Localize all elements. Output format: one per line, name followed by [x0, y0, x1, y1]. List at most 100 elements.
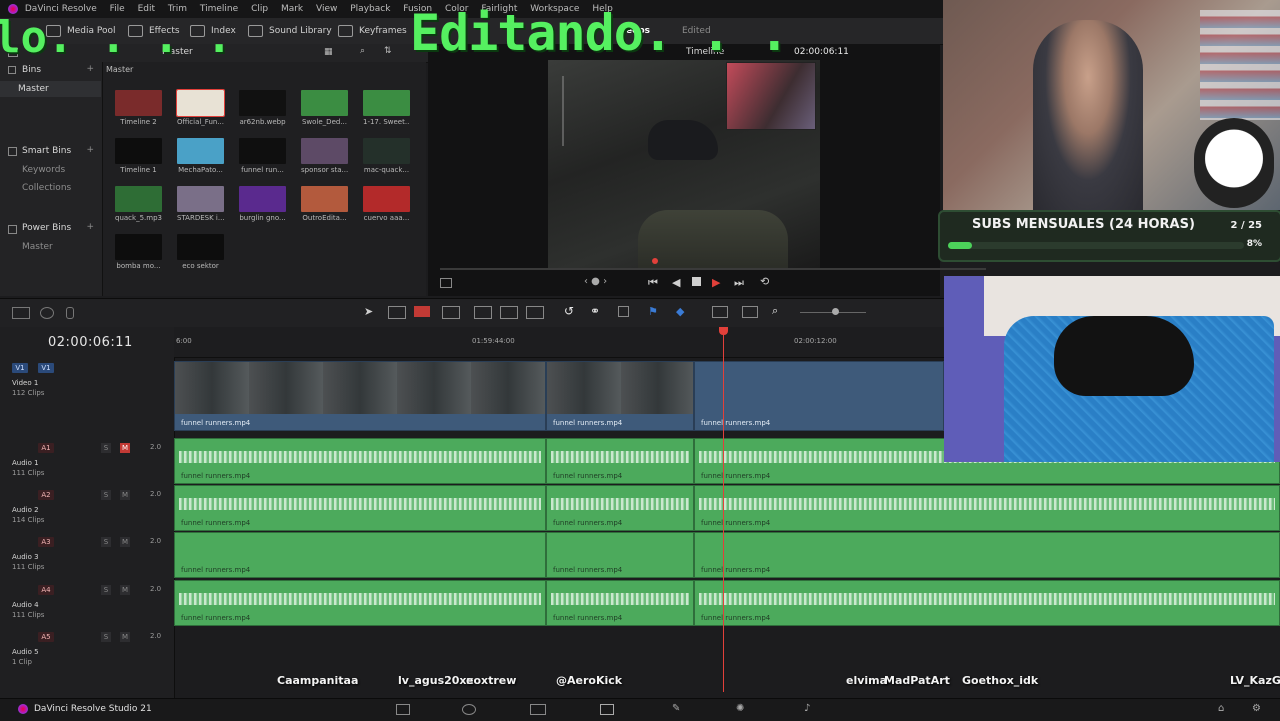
sidebar-item-power-master[interactable]: Master	[22, 242, 53, 252]
solo-button[interactable]: S	[101, 443, 111, 453]
track-target-badge[interactable]: A1	[38, 443, 54, 453]
media-clip-thumbnail[interactable]: eco sektor	[177, 234, 224, 270]
audio-clip[interactable]: funnel runners.mp4	[546, 532, 694, 578]
media-clip-thumbnail[interactable]: Timeline 2	[115, 90, 162, 126]
timeline-ruler[interactable]: 6:00 01:59:44:00 02:00:12:00	[174, 327, 945, 358]
menu-item-clip[interactable]: Clip	[251, 0, 268, 18]
link-icon[interactable]: ⚭	[590, 304, 600, 318]
color-page-icon[interactable]: ✎	[672, 703, 680, 714]
sidebar-item-collections[interactable]: Collections	[22, 183, 71, 193]
skip-start-icon[interactable]: ⏮	[648, 276, 658, 290]
marker-icon[interactable]: ◆	[676, 305, 684, 318]
home-icon[interactable]: ⌂	[1218, 703, 1224, 714]
zoom-custom-icon[interactable]: ⌕	[772, 304, 778, 318]
overwrite-clip-icon[interactable]	[500, 306, 518, 319]
playhead-handle[interactable]	[719, 327, 728, 335]
audio-clip[interactable]: funnel runners.mp4	[694, 485, 1280, 531]
media-clip-thumbnail[interactable]: Swole_Ded...	[301, 90, 348, 126]
media-clip-thumbnail[interactable]: STARDESK i...	[177, 186, 224, 222]
track-target-badge[interactable]: A4	[38, 585, 54, 595]
mute-button[interactable]: M	[120, 632, 130, 642]
sidebar-item-keywords[interactable]: Keywords	[22, 165, 65, 175]
track-target-badge[interactable]: A3	[38, 537, 54, 547]
track-target-badge[interactable]: A2	[38, 490, 54, 500]
cut-page-icon[interactable]	[462, 704, 476, 715]
viewer-video-frame[interactable]	[548, 60, 820, 270]
media-clip-thumbnail[interactable]: ar62nb.webp	[239, 90, 286, 126]
track-header[interactable]: A3 Audio 3 111 Clips 2.0 S M	[0, 531, 174, 577]
bins-expand-icon[interactable]	[8, 66, 16, 74]
media-clip-thumbnail[interactable]: OutroEdita...	[301, 186, 348, 222]
zoom-slider-knob[interactable]	[832, 308, 839, 315]
flag-icon[interactable]: ⚑	[648, 305, 658, 318]
media-clip-thumbnail[interactable]: sponsor sta...	[301, 138, 348, 174]
media-clip-thumbnail[interactable]: quack_5.mp3	[115, 186, 162, 222]
zoom-full-icon[interactable]	[712, 306, 728, 318]
timeline-playhead[interactable]	[723, 330, 724, 692]
track-header[interactable]: A4 Audio 4 111 Clips 2.0 S M	[0, 579, 174, 625]
sidebar-item-master[interactable]: Master	[18, 84, 49, 94]
audio-clip[interactable]: funnel runners.mp4	[694, 580, 1280, 626]
solo-button[interactable]: S	[101, 537, 111, 547]
sort-icon[interactable]: ⇅	[384, 46, 392, 56]
search-icon[interactable]: ⌕	[360, 46, 365, 56]
viewer-scrubber[interactable]	[440, 268, 986, 270]
loop-icon[interactable]: ⟲	[760, 275, 769, 288]
audio-clip[interactable]: funnel runners.mp4	[174, 532, 546, 578]
menu-item-playback[interactable]: Playback	[350, 0, 390, 18]
media-clip-thumbnail[interactable]: burglin gno...	[239, 186, 286, 222]
solo-button[interactable]: S	[101, 585, 111, 595]
media-clip-thumbnail[interactable]: cuervo aaa...	[363, 186, 410, 222]
media-clip-thumbnail[interactable]: MechaPato...	[177, 138, 224, 174]
track-header[interactable]: A5 Audio 5 1 Clip 2.0 S M	[0, 626, 174, 672]
mute-button[interactable]: M	[120, 585, 130, 595]
replace-clip-icon[interactable]	[526, 306, 544, 319]
keyframes-button[interactable]: Keyframes	[338, 18, 407, 44]
audio-clip[interactable]: funnel runners.mp4	[546, 438, 694, 484]
stop-icon[interactable]	[692, 277, 701, 286]
play-reverse-icon[interactable]: ◀	[672, 276, 680, 289]
deliver-page-icon[interactable]: ♪	[804, 703, 810, 714]
mic-icon[interactable]	[66, 307, 74, 319]
media-page-icon[interactable]	[396, 704, 410, 715]
audio-clip[interactable]: funnel runners.mp4	[546, 580, 694, 626]
layout-icon[interactable]	[12, 307, 30, 319]
prev-frame-icon[interactable]: ‹ ● ›	[584, 276, 607, 287]
track-header[interactable]: A1 Audio 1 111 Clips 2.0 S M	[0, 437, 174, 483]
zoom-detail-icon[interactable]	[742, 306, 758, 318]
skip-end-icon[interactable]: ⏭	[734, 276, 744, 290]
add-smart-bin-icon[interactable]: +	[86, 145, 94, 155]
play-icon[interactable]: ▶	[712, 276, 720, 289]
audio-clip[interactable]: funnel runners.mp4	[546, 485, 694, 531]
mute-button[interactable]: M	[120, 537, 130, 547]
add-bin-icon[interactable]: +	[86, 64, 94, 74]
media-clip-thumbnail[interactable]: Official_Fun...	[176, 89, 225, 126]
add-power-bin-icon[interactable]: +	[86, 222, 94, 232]
select-tool-icon[interactable]: ➤	[364, 305, 373, 318]
track-header[interactable]: V1 V1 Video 1 112 Clips	[0, 357, 174, 435]
media-clip-thumbnail[interactable]: mac-quack...	[363, 138, 410, 174]
video-clip[interactable]: funnel runners.mp4	[694, 361, 944, 431]
fairlight-page-icon[interactable]: ✺	[736, 703, 744, 714]
track-id-badge[interactable]: V1	[12, 363, 28, 373]
fusion-page-icon[interactable]	[600, 704, 614, 715]
track-header[interactable]: A2 Audio 2 114 Clips 2.0 S M	[0, 484, 174, 530]
insert-clip-icon[interactable]	[474, 306, 492, 319]
mute-button[interactable]: M	[120, 443, 130, 453]
settings-icon[interactable]: ⚙	[1252, 703, 1261, 714]
effects-toggle-icon[interactable]	[40, 307, 54, 319]
lock-icon[interactable]	[618, 306, 629, 317]
dynamic-trim-icon[interactable]	[442, 306, 460, 319]
solo-button[interactable]: S	[101, 632, 111, 642]
mute-button[interactable]: M	[120, 490, 130, 500]
audio-clip[interactable]: funnel runners.mp4	[174, 580, 546, 626]
list-view-icon[interactable]: ▦	[324, 47, 333, 57]
media-clip-thumbnail[interactable]: bomba mo...	[115, 234, 162, 270]
video-clip[interactable]: funnel runners.mp4	[546, 361, 694, 431]
media-clip-thumbnail[interactable]: 1-17. Sweet...	[363, 90, 410, 126]
trim-tool-icon[interactable]	[388, 306, 406, 319]
media-clip-thumbnail[interactable]: funnel run...	[239, 138, 286, 174]
sound-library-button[interactable]: Sound Library	[248, 18, 332, 44]
solo-button[interactable]: S	[101, 490, 111, 500]
edit-page-icon[interactable]	[530, 704, 546, 715]
